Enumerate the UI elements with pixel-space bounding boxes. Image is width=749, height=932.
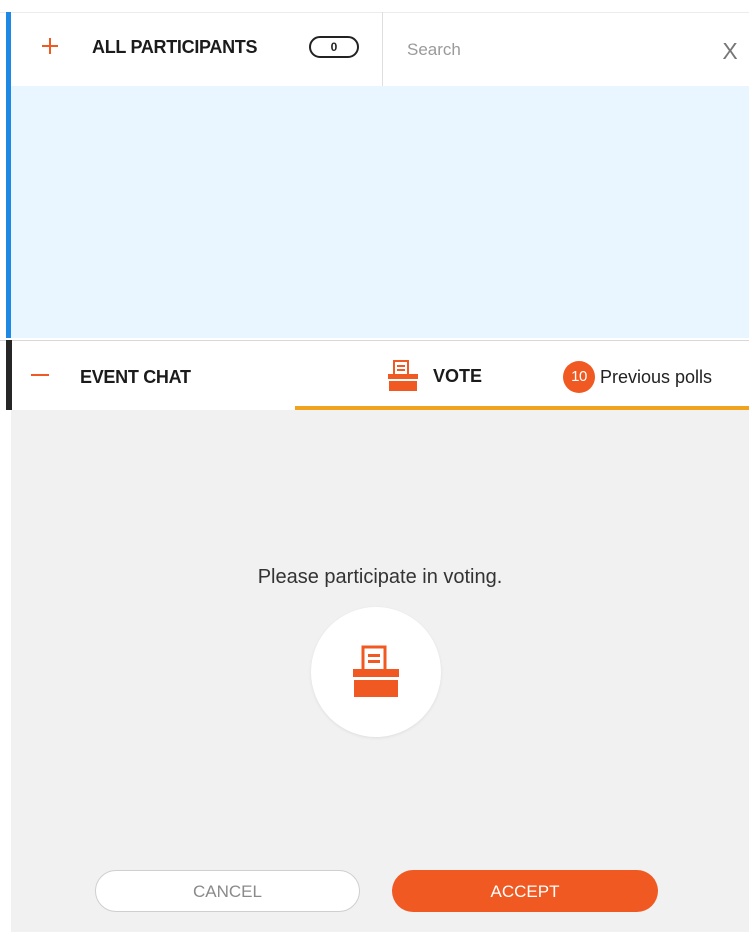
ballot-box-icon xyxy=(388,360,418,391)
chat-accent-bar xyxy=(6,340,12,410)
participants-list xyxy=(11,86,749,338)
previous-polls-label: Previous polls xyxy=(600,366,713,387)
event-chat-title[interactable]: EVENT CHAT xyxy=(80,367,191,388)
ballot-box-icon xyxy=(353,645,399,697)
accept-button[interactable]: ACCEPT xyxy=(392,870,658,912)
participant-count-badge: 0 xyxy=(309,36,359,58)
tab-vote-label: VOTE xyxy=(433,365,483,386)
cancel-button[interactable]: CANCEL xyxy=(95,870,360,912)
plus-icon[interactable] xyxy=(40,36,60,56)
previous-polls-count-badge: 10 xyxy=(563,361,595,393)
tab-vote[interactable]: VOTE xyxy=(385,360,482,392)
search-input[interactable] xyxy=(405,35,709,65)
vote-prompt: Please participate in voting. xyxy=(257,566,503,588)
header-divider xyxy=(382,12,383,86)
minus-icon[interactable] xyxy=(31,374,49,376)
close-icon[interactable]: X xyxy=(718,36,742,66)
participants-title[interactable]: ALL PARTICIPANTS xyxy=(92,37,258,58)
vote-icon-circle xyxy=(311,607,441,737)
previous-polls-link[interactable]: 10 Previous polls xyxy=(563,361,712,393)
